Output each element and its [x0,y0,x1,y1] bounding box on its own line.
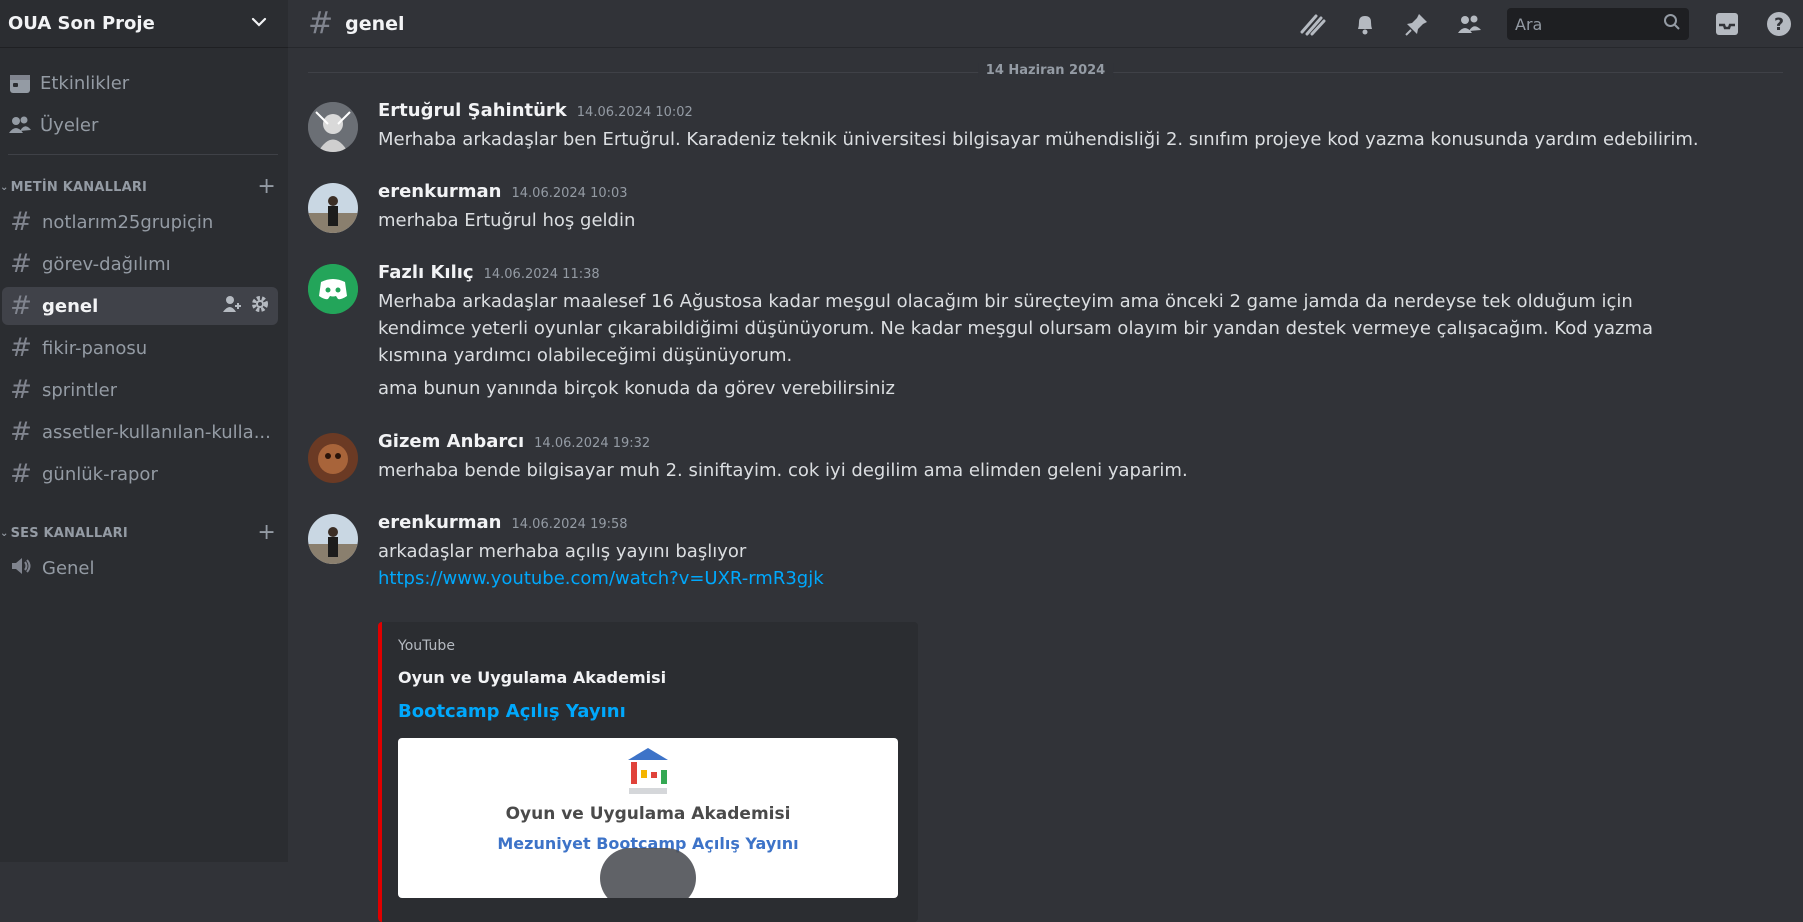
add-channel-icon[interactable]: + [257,522,276,544]
category-text-channels[interactable]: ⌄ METİN KANALLARI + [0,175,288,199]
channel-label: günlük-rapor [42,463,158,485]
server-name: OUA Son Proje [8,13,155,34]
message-author[interactable]: erenkurman [378,181,502,202]
message-author[interactable]: Fazlı Kılıç [378,262,474,283]
search-placeholder: Ara [1515,14,1543,34]
message-text: arkadaşlar merhaba açılış yayını başlıyo… [378,541,747,562]
channel-label: genel [42,295,99,317]
category-voice-channels[interactable]: ⌄ SES KANALLARI + [0,521,288,545]
pin-icon[interactable] [1403,10,1431,38]
sidebar-item-members[interactable]: Üyeler [0,106,280,144]
message-list: 14 Haziran 2024 Ertuğrul Şahintürk 14.06… [288,48,1803,922]
speaker-icon [8,555,34,582]
play-button[interactable] [600,848,696,898]
chevron-down-icon[interactable] [250,13,268,35]
hash-lock-icon: # [10,207,32,237]
hash-icon: # [10,249,32,279]
help-icon[interactable]: ? [1765,10,1793,38]
video-thumbnail[interactable]: Oyun ve Uygulama Akademisi Mezuniyet Boo… [398,738,898,898]
hash-icon: # [10,459,32,489]
members-icon [8,113,32,137]
inbox-icon[interactable] [1713,10,1741,38]
message-author[interactable]: Gizem Anbarcı [378,431,524,452]
message: erenkurman 14.06.2024 19:58 arkadaşlar m… [308,512,1763,922]
invite-icon[interactable] [222,294,242,319]
server-header[interactable]: OUA Son Proje [0,0,288,48]
hash-icon: # [10,291,32,321]
avatar[interactable] [308,102,358,152]
channel-label: fikir-panosu [42,337,148,359]
search-input[interactable]: Ara [1507,8,1689,40]
message-text: Merhaba arkadaşlar maalesef 16 Ağustosa … [378,291,1654,366]
avatar[interactable] [308,433,358,483]
channel-sprintler[interactable]: # sprintler [2,371,278,409]
thumbnail-title: Oyun ve Uygulama Akademisi [505,804,791,824]
channel-assetler[interactable]: # assetler-kullanılan-kulla... [2,413,278,451]
message-link[interactable]: https://www.youtube.com/watch?v=UXR-rmR3… [378,565,1763,592]
message-timestamp: 14.06.2024 10:03 [511,186,628,201]
search-icon [1663,13,1681,35]
threads-icon[interactable] [1299,10,1327,38]
channel-label: görev-dağılımı [42,253,171,275]
message-author[interactable]: erenkurman [378,512,502,533]
members-icon[interactable] [1455,10,1483,38]
hash-icon: # [308,6,334,41]
embed-provider[interactable]: YouTube [398,638,902,654]
add-channel-icon[interactable]: + [257,176,276,198]
channel-header: # genel Ara ? [288,0,1803,48]
message-timestamp: 14.06.2024 10:02 [576,105,693,120]
hash-icon: # [10,333,32,363]
academy-logo-icon [628,748,668,794]
svg-text:?: ? [1774,15,1784,35]
channel-fikir-panosu[interactable]: # fikir-panosu [2,329,278,367]
sidebar-item-label: Etkinlikler [40,72,130,94]
message-author[interactable]: Ertuğrul Şahintürk [378,100,567,121]
sidebar-item-events[interactable]: Etkinlikler [0,64,280,102]
channel-gunluk-rapor[interactable]: # günlük-rapor [2,455,278,493]
date-divider-label: 14 Haziran 2024 [977,63,1114,78]
avatar[interactable] [308,183,358,233]
message-text: ama bunun yanında birçok konuda da görev… [378,378,895,399]
gear-icon[interactable] [250,294,270,319]
message-text: merhaba bende bilgisayar muh 2. siniftay… [378,460,1188,481]
sidebar-item-label: Üyeler [40,114,99,136]
message-text: merhaba Ertuğrul hoş geldin [378,210,636,231]
channel-sidebar: OUA Son Proje Etkinlikler Üyeler ⌄ METİN … [0,0,288,862]
embed-author[interactable]: Oyun ve Uygulama Akademisi [398,668,902,687]
message-timestamp: 14.06.2024 19:58 [511,517,628,532]
hash-icon: # [10,417,32,447]
avatar[interactable] [308,264,358,314]
avatar[interactable] [308,514,358,564]
channel-title: genel [345,12,405,35]
calendar-icon [8,71,32,95]
message-timestamp: 14.06.2024 11:38 [483,267,600,282]
channel-genel[interactable]: # genel [2,287,278,325]
message-timestamp: 14.06.2024 19:32 [534,436,651,451]
voice-channel-genel[interactable]: Genel [2,549,278,587]
embed-title[interactable]: Bootcamp Açılış Yayını [398,701,902,722]
channel-gorev-dagilimi[interactable]: # görev-dağılımı [2,245,278,283]
category-label: SES KANALLARI [10,525,128,541]
category-label: METİN KANALLARI [10,179,148,195]
channel-label: sprintler [42,379,118,401]
divider [8,154,278,155]
hash-icon: # [10,375,32,405]
channel-notlarim25grupicin[interactable]: # notlarım25grupiçin [2,203,278,241]
channel-label: notlarım25grupiçin [42,211,214,233]
channel-label: assetler-kullanılan-kulla... [42,421,271,443]
date-divider: 14 Haziran 2024 [308,63,1783,78]
youtube-embed: YouTube Oyun ve Uygulama Akademisi Bootc… [378,622,918,922]
channel-label: Genel [42,557,95,579]
message-text: Merhaba arkadaşlar ben Ertuğrul. Karaden… [378,129,1699,150]
bell-icon[interactable] [1351,10,1379,38]
